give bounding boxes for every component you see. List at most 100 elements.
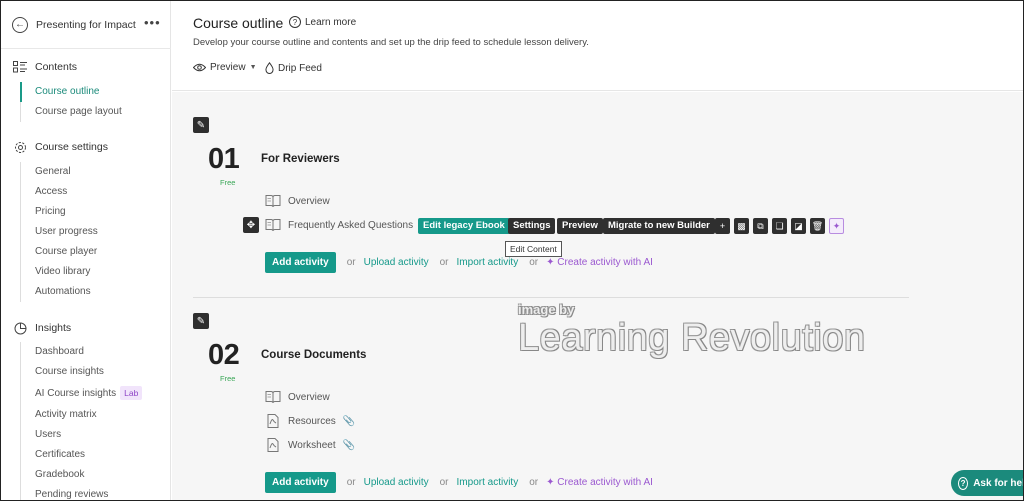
upload-activity-link[interactable]: Upload activity xyxy=(364,477,429,488)
section-divider xyxy=(193,297,909,298)
file-icon[interactable]: ▩ xyxy=(734,218,749,234)
sidebar-item-course-outline[interactable]: Course outline xyxy=(20,82,170,102)
import-activity-link[interactable]: Import activity xyxy=(457,477,519,488)
sidebar-item-course-player[interactable]: Course player xyxy=(21,242,170,262)
sidebar-contents-list: Course outline Course page layout xyxy=(20,82,170,122)
sidebar-item-course-page-layout[interactable]: Course page layout xyxy=(21,102,170,122)
activity-label: Overview xyxy=(288,195,330,207)
create-with-ai-label: Create activity with AI xyxy=(557,477,653,488)
learn-more-label: Learn more xyxy=(305,16,357,28)
gear-icon xyxy=(13,140,27,154)
preview-dropdown[interactable]: Preview ▼ xyxy=(193,62,257,73)
book-icon xyxy=(265,391,281,404)
move-icon[interactable]: ✥ xyxy=(243,217,259,233)
ai-sparkle-icon[interactable]: ✦ xyxy=(829,218,844,234)
activity-item[interactable]: Overview xyxy=(265,194,330,208)
section-title[interactable]: For Reviewers xyxy=(261,153,340,165)
activity-label: Overview xyxy=(288,391,330,403)
sidebar-section-insights[interactable]: Insights xyxy=(13,321,71,335)
drop-icon xyxy=(265,62,274,74)
sidebar-item-pending-reviews[interactable]: Pending reviews xyxy=(21,485,170,500)
edit-section-icon[interactable]: ✎ xyxy=(193,313,209,329)
learn-more-link[interactable]: ? Learn more xyxy=(289,16,356,28)
trash-icon[interactable]: 🗑 xyxy=(810,218,825,234)
copy-icon[interactable]: ⧉ xyxy=(753,218,768,234)
create-with-ai-label: Create activity with AI xyxy=(557,257,653,268)
section-number: 01 xyxy=(208,143,240,175)
back-arrow-icon[interactable]: ← xyxy=(12,17,28,33)
sidebar-header: ← Presenting for Impact ••• xyxy=(1,1,171,49)
settings-button[interactable]: Settings xyxy=(508,218,556,234)
sidebar-settings-list: General Access Pricing User progress Cou… xyxy=(20,162,170,302)
help-icon: ? xyxy=(289,16,301,28)
watermark-line1: image by xyxy=(518,302,575,317)
sidebar-item-user-progress[interactable]: User progress xyxy=(21,222,170,242)
or-text: or xyxy=(346,477,356,488)
chevron-down-icon: ▼ xyxy=(249,64,257,71)
sidebar-section-course-settings[interactable]: Course settings xyxy=(13,140,108,154)
ask-for-help-button[interactable]: ? Ask for help xyxy=(951,470,1023,496)
page-title: Course outline xyxy=(193,15,284,31)
preview-button[interactable]: Preview xyxy=(557,218,603,234)
sidebar-item-users[interactable]: Users xyxy=(21,425,170,445)
or-text: or xyxy=(529,477,539,488)
watermark-line2: Learning Revolution xyxy=(518,317,866,359)
add-activity-row: Add activity or Upload activity or Impor… xyxy=(265,472,653,493)
or-text: or xyxy=(439,477,449,488)
sidebar-item-general[interactable]: General xyxy=(21,162,170,182)
course-name: Presenting for Impact xyxy=(36,19,136,31)
create-with-ai-link[interactable]: ✦ Create activity with AI xyxy=(546,477,653,488)
book-icon xyxy=(265,219,281,232)
activity-item[interactable]: Resources 📎 xyxy=(265,414,355,428)
import-activity-link[interactable]: Import activity xyxy=(457,257,519,268)
add-activity-button[interactable]: Add activity xyxy=(265,252,336,273)
pie-chart-icon xyxy=(13,321,27,335)
edit-legacy-ebook-button[interactable]: Edit legacy Ebook xyxy=(418,218,510,234)
sidebar-item-automations[interactable]: Automations xyxy=(21,282,170,302)
sparkle-icon: ✦ xyxy=(546,257,558,268)
add-activity-button[interactable]: Add activity xyxy=(265,472,336,493)
sidebar-item-gradebook[interactable]: Gradebook xyxy=(21,465,170,485)
edit-section-icon[interactable]: ✎ xyxy=(193,117,209,133)
sidebar-item-pricing[interactable]: Pricing xyxy=(21,202,170,222)
drip-feed-button[interactable]: Drip Feed xyxy=(265,62,322,74)
attachment-icon: 📎 xyxy=(342,415,356,427)
sidebar: ← Presenting for Impact ••• Contents Cou… xyxy=(1,1,171,500)
activity-item[interactable]: Frequently Asked Questions xyxy=(265,218,413,232)
sidebar-item-course-insights[interactable]: Course insights xyxy=(21,362,170,382)
section-title[interactable]: Course Documents xyxy=(261,349,366,361)
migrate-button[interactable]: Migrate to new Builder xyxy=(603,218,715,234)
sidebar-item-activity-matrix[interactable]: Activity matrix xyxy=(21,405,170,425)
sidebar-section-label: Insights xyxy=(35,322,72,334)
eye-icon xyxy=(193,63,206,72)
section-number: 02 xyxy=(208,339,240,371)
app-window: ← Presenting for Impact ••• Contents Cou… xyxy=(0,0,1024,501)
sidebar-section-label: Course settings xyxy=(35,141,108,153)
free-badge: Free xyxy=(220,374,236,383)
sidebar-item-access[interactable]: Access xyxy=(21,182,170,202)
sparkle-icon: ✦ xyxy=(546,477,558,488)
activity-item[interactable]: Worksheet 📎 xyxy=(265,438,355,452)
sidebar-item-video-library[interactable]: Video library xyxy=(21,262,170,282)
attachment-icon: 📎 xyxy=(342,439,356,451)
watermark: image by Learning Revolution xyxy=(518,302,866,360)
create-with-ai-link[interactable]: ✦ Create activity with AI xyxy=(546,257,653,268)
sidebar-section-contents[interactable]: Contents xyxy=(13,60,77,74)
sidebar-item-dashboard[interactable]: Dashboard xyxy=(21,342,170,362)
sidebar-item-ai-course-insights[interactable]: AI Course insights Lab xyxy=(21,382,170,405)
sidebar-item-label: AI Course insights xyxy=(35,388,117,399)
ask-for-help-label: Ask for help xyxy=(973,477,1023,489)
pdf-icon xyxy=(267,438,279,452)
pdf-icon xyxy=(267,414,279,428)
paint-icon[interactable]: ◪ xyxy=(791,218,806,234)
more-options-icon[interactable]: ••• xyxy=(144,15,161,30)
duplicate-icon[interactable]: ❏ xyxy=(772,218,787,234)
upload-activity-link[interactable]: Upload activity xyxy=(364,257,429,268)
activity-item[interactable]: Overview xyxy=(265,390,330,404)
activity-label: Frequently Asked Questions xyxy=(288,219,414,231)
add-icon[interactable]: + xyxy=(715,218,730,234)
sidebar-item-certificates[interactable]: Certificates xyxy=(21,445,170,465)
or-text: or xyxy=(439,257,449,268)
help-icon: ? xyxy=(958,476,969,490)
or-text: or xyxy=(529,257,539,268)
